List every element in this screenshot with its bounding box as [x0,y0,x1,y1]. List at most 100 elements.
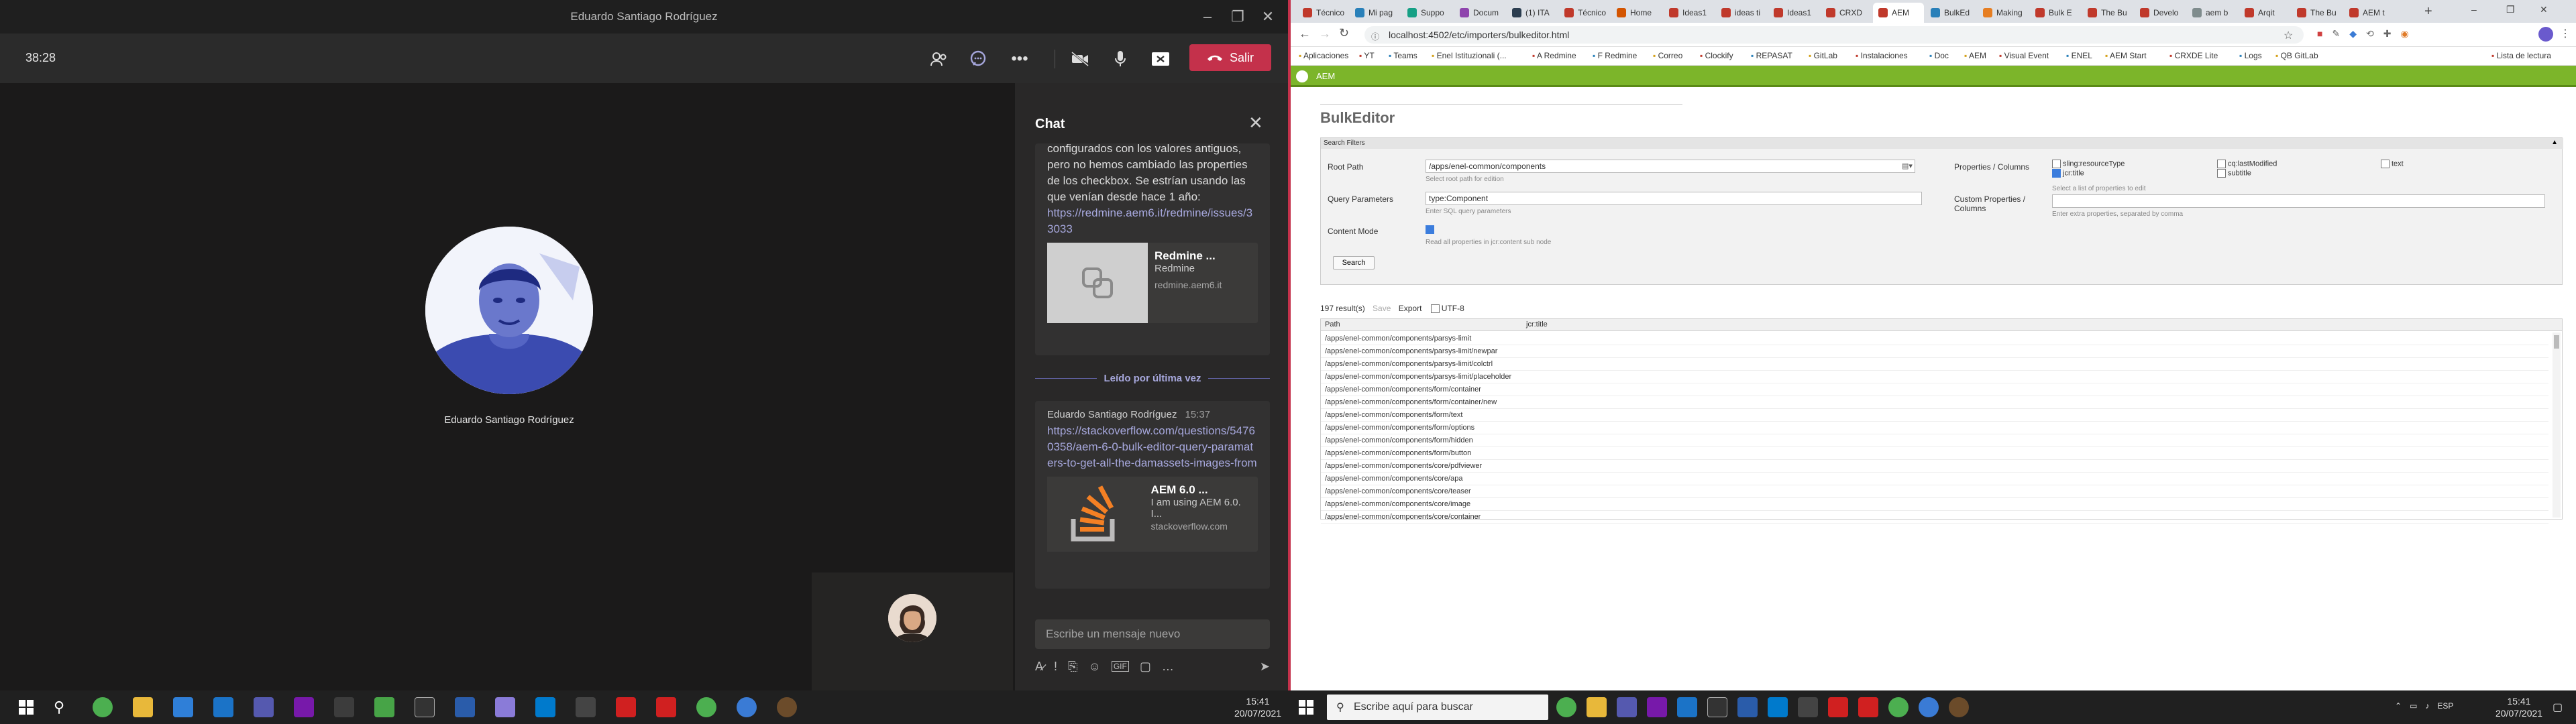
prop-option[interactable]: sling:resourceType [2052,160,2125,168]
emoji-icon[interactable]: ☺ [1088,660,1100,674]
table-row[interactable]: /apps/enel-common/components/parsys-limi… [1321,345,2548,358]
menu-kebab-icon[interactable]: ⋮ [2560,27,2571,40]
maximize-icon[interactable]: ❐ [2506,4,2515,15]
extension-icon[interactable]: ✎ [2332,28,2340,42]
taskbar-clock[interactable]: 15:41 20/07/2021 [2496,695,2542,719]
close-icon[interactable]: ✕ [2540,4,2548,15]
browser-tab[interactable]: Suppo [1402,3,1453,23]
table-row[interactable]: /apps/enel-common/components/core/pdfvie… [1321,460,2548,473]
more-icon[interactable]: ••• [1006,46,1033,72]
volume-icon[interactable]: ♪ [2425,701,2429,711]
extension-icon[interactable]: ⟲ [2366,28,2374,42]
gif-icon[interactable]: GIF [1111,661,1129,672]
prop-checkbox[interactable] [2381,160,2390,168]
share-screen-icon[interactable] [1147,46,1174,72]
app-icon[interactable] [455,697,475,717]
column-header-title[interactable]: jcr:title [1526,320,1548,328]
table-row[interactable]: /apps/enel-common/components/core/teaser [1321,485,2548,498]
browser-tab[interactable]: ideas ti [1716,3,1767,23]
notifications-icon[interactable]: ▢ [2553,701,2563,714]
input-language[interactable]: ESP [2437,701,2453,711]
leave-button[interactable]: Salir [1189,44,1271,71]
chrome-icon[interactable] [1888,697,1909,717]
app-icon[interactable] [334,697,354,717]
extension-icon[interactable]: ■ [2317,28,2322,42]
bookmark-item[interactable]: ▪ Aplicaciones [1299,51,1348,60]
close-icon[interactable]: ✕ [1248,0,1288,34]
important-icon[interactable]: ! [1054,660,1057,674]
app-icon[interactable] [777,697,797,717]
table-row[interactable]: /apps/enel-common/components/parsys-limi… [1321,371,2548,383]
prop-option[interactable]: text [2381,160,2404,168]
chrome-icon[interactable] [696,697,716,717]
search-button[interactable]: Search [1333,256,1375,269]
url-input[interactable]: localhost:4502/etc/importers/bulkeditor.… [1364,26,2304,44]
table-row[interactable]: /apps/enel-common/components/form/hidden [1321,434,2548,447]
file-explorer-icon[interactable] [1587,697,1607,717]
bookmark-item[interactable]: ▪ QB GitLab [2275,51,2318,60]
custom-properties-input[interactable] [2052,194,2545,208]
browser-tab[interactable]: Mi pag [1350,3,1401,23]
browser-tab[interactable]: Arqit [2239,3,2290,23]
microphone-icon[interactable] [1107,46,1134,72]
file-explorer-icon[interactable] [133,697,153,717]
utf8-checkbox[interactable] [1430,304,1440,314]
browser-tab[interactable]: Ideas1 [1768,3,1819,23]
acrobat-icon[interactable] [1858,697,1878,717]
camera-off-icon[interactable] [1067,46,1093,72]
table-row[interactable]: /apps/enel-common/components/parsys-limi… [1321,358,2548,371]
browser-tab[interactable]: Bulk E [2030,3,2081,23]
app-icon[interactable] [1949,697,1969,717]
terminal-icon[interactable] [415,697,435,717]
browser-tab[interactable]: Docum [1454,3,1505,23]
bookmark-item[interactable]: ▪ YT [1359,51,1375,60]
outlook-icon[interactable] [213,697,233,717]
table-row[interactable]: /apps/enel-common/components/form/button [1321,447,2548,460]
participants-icon[interactable] [926,46,953,72]
browser-tab[interactable]: The Bu [2292,3,2343,23]
bookmark-item[interactable]: ▪ Logs [2239,51,2262,60]
app-icon[interactable] [495,697,515,717]
table-row[interactable]: /apps/enel-common/components/form/contai… [1321,383,2548,396]
bookmark-item[interactable]: ▪ AEM Start [2105,51,2147,60]
table-row[interactable]: /apps/enel-common/components/form/text [1321,409,2548,422]
browser-tab[interactable]: aem b [2187,3,2238,23]
bookmark-item[interactable]: ▪ Teams [1389,51,1417,60]
compose-input[interactable]: Escribe un mensaje nuevo [1035,619,1270,649]
attach-icon[interactable]: ⎘ [1068,660,1077,674]
reload-icon[interactable]: ↻ [1339,26,1349,40]
taskbar-search-input[interactable]: Escribe aquí para buscar [1327,695,1548,720]
close-chat-icon[interactable]: ✕ [1248,113,1263,133]
browser-tab[interactable]: CRXD [1821,3,1872,23]
collapse-icon[interactable]: ▲ [2551,139,2558,146]
format-icon[interactable]: A̷ [1035,660,1043,674]
profile-avatar[interactable] [2538,27,2553,42]
bookmark-item[interactable]: ▪ Enel Istituzionali (... [1432,51,1507,60]
vscode-icon[interactable] [1768,697,1788,717]
maps-icon[interactable] [1919,697,1939,717]
tray-chevron-icon[interactable]: ⌃ [2395,701,2402,711]
browser-tab[interactable]: Técnico [1559,3,1610,23]
onenote-icon[interactable] [294,697,314,717]
bookmark-item[interactable]: ▪ REPASAT [1751,51,1792,60]
browser-tab[interactable]: Ideas1 [1664,3,1715,23]
root-path-input[interactable]: /apps/enel-common/components [1426,160,1915,173]
bookmark-star-icon[interactable]: ☆ [2284,29,2293,42]
browser-tab[interactable]: BulkEd [1925,3,1976,23]
network-icon[interactable]: ▭ [2410,701,2417,711]
send-icon[interactable]: ➤ [1260,660,1270,674]
chrome-icon[interactable] [93,697,113,717]
chat-icon[interactable] [965,46,991,72]
table-row[interactable]: /apps/enel-common/components/core/apa [1321,473,2548,485]
column-header-path[interactable]: Path [1325,320,1340,328]
table-row[interactable]: /apps/enel-common/components/parsys-limi… [1321,333,2548,345]
save-button[interactable]: Save [1373,304,1391,313]
acrobat-icon[interactable] [656,697,676,717]
browser-tab[interactable]: Making [1978,3,2029,23]
browser-tab[interactable]: Home [1611,3,1662,23]
bookmark-item[interactable]: ▪ AEM [1964,51,1986,60]
query-input[interactable]: type:Component [1426,192,1922,205]
maps-icon[interactable] [737,697,757,717]
prop-option[interactable]: cq:lastModified [2217,160,2277,168]
bookmark-item[interactable]: ▪ F Redmine [1593,51,1637,60]
